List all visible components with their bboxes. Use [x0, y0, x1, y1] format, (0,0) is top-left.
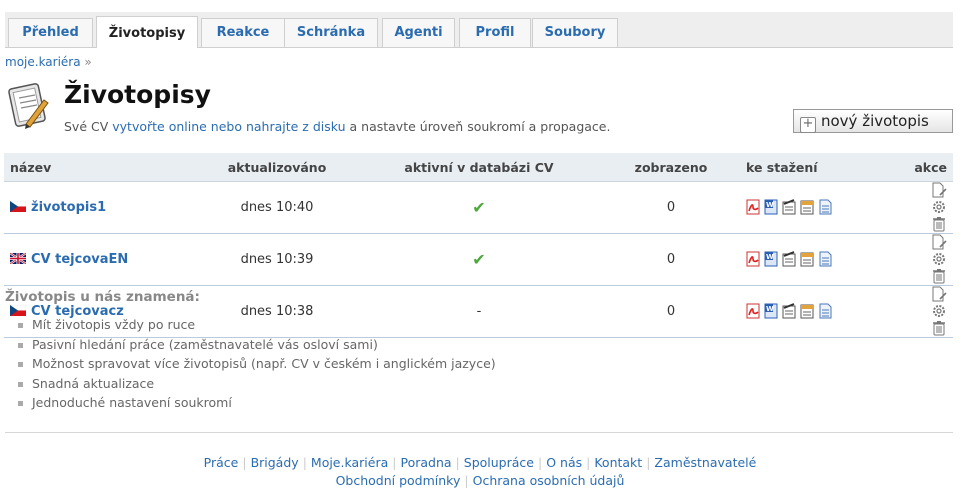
text-doc-icon[interactable] — [818, 303, 833, 319]
footer-links: Práce | Brigády | Moje.kariéra | Poradna | Spolu… — [203, 455, 757, 470]
active-check-icon: ✔ — [472, 198, 486, 217]
table-row: životopis1 dnes 10:40 ✔ 0 W — [4, 181, 953, 234]
tab-soubory[interactable]: Soubory — [532, 18, 618, 47]
footer-divider — [5, 432, 953, 433]
page-description: Své CV vytvořte online nebo nahrajte z d… — [64, 119, 610, 134]
col-active[interactable]: aktivní v databázi CV — [348, 153, 610, 182]
breadcrumb: moje.kariéra » — [5, 55, 92, 69]
tab-schranka[interactable]: Schránka — [284, 18, 378, 47]
desc-text-before: Své CV — [64, 119, 113, 134]
word-icon[interactable]: W — [764, 251, 779, 267]
text-doc-icon[interactable] — [818, 251, 833, 267]
main-tabs: Přehled Životopisy Reakce Schránka Agent… — [5, 12, 953, 48]
rtf-icon[interactable] — [782, 251, 797, 267]
trash-icon[interactable] — [931, 216, 947, 232]
edit-icon[interactable] — [931, 234, 947, 250]
cell-views: 0 — [610, 233, 732, 286]
pdf-icon[interactable] — [746, 199, 761, 215]
create-or-upload-link[interactable]: vytvořte online nebo nahrajte z disku — [112, 119, 345, 134]
czech-flag-icon — [10, 201, 26, 212]
list-item: Jednoduché nastavení soukromí — [18, 395, 496, 415]
plus-icon: + — [800, 117, 816, 133]
tab-prehled[interactable]: Přehled — [8, 18, 93, 47]
breadcrumb-separator: » — [84, 55, 92, 69]
table-header-row: název aktualizováno aktivní v databázi C… — [4, 153, 953, 182]
tab-reakce[interactable]: Reakce — [201, 18, 285, 47]
uk-flag-icon — [10, 253, 26, 264]
cell-download: W — [732, 181, 902, 234]
footer-link-terms[interactable]: Obchodní podmínky — [336, 473, 461, 488]
cell-views: 0 — [610, 181, 732, 234]
cell-views: 0 — [610, 285, 732, 338]
breadcrumb-link[interactable]: moje.kariéra — [5, 55, 81, 69]
page-title: Životopisy — [64, 80, 211, 109]
tab-agenti[interactable]: Agenti — [382, 18, 455, 47]
word-icon[interactable]: W — [764, 303, 779, 319]
html-icon[interactable] — [800, 199, 815, 215]
rtf-icon[interactable] — [782, 303, 797, 319]
cv-table: název aktualizováno aktivní v databázi C… — [4, 153, 953, 338]
cell-updated: dnes 10:40 — [206, 181, 348, 234]
col-views[interactable]: zobrazeno — [610, 153, 732, 182]
list-item: Možnost spravovat více životopisů (např.… — [18, 356, 496, 376]
footer-link-mojekariera[interactable]: Moje.kariéra — [311, 455, 388, 470]
edit-icon[interactable] — [931, 182, 947, 198]
footer-link-spoluprace[interactable]: Spolupráce — [464, 455, 534, 470]
cell-download: W — [732, 285, 902, 338]
cv-name-link[interactable]: CV tejcovaEN — [31, 252, 128, 267]
info-list: Mít životopis vždy po ruce Pasivní hledá… — [18, 317, 496, 415]
cv-name-link[interactable]: životopis1 — [31, 200, 106, 215]
new-cv-label: nový životopis — [821, 112, 929, 130]
cell-actions — [902, 181, 953, 234]
footer-link-brigady[interactable]: Brigády — [251, 455, 299, 470]
col-download: ke stažení — [732, 153, 902, 182]
settings-gear-icon[interactable] — [931, 303, 947, 319]
list-item: Pasivní hledání práce (zaměstnavatelé vá… — [18, 337, 496, 357]
word-icon[interactable]: W — [764, 199, 779, 215]
html-icon[interactable] — [800, 251, 815, 267]
list-item: Snadná aktualizace — [18, 376, 496, 396]
cell-name: CV tejcovaEN — [4, 233, 206, 286]
cell-updated: dnes 10:39 — [206, 233, 348, 286]
tab-profil[interactable]: Profil — [459, 18, 531, 47]
footer-link-poradna[interactable]: Poradna — [400, 455, 451, 470]
footer-link-zamestnavatele[interactable]: Zaměstnavatelé — [654, 455, 756, 470]
html-icon[interactable] — [800, 303, 815, 319]
czech-flag-icon — [10, 305, 26, 316]
cell-active: ✔ — [348, 181, 610, 234]
cell-active: ✔ — [348, 233, 610, 286]
list-item: Mít životopis vždy po ruce — [18, 317, 496, 337]
text-doc-icon[interactable] — [818, 199, 833, 215]
col-name[interactable]: název — [4, 153, 206, 182]
desc-text-after: a nastavte úroveň soukromí a propagace. — [345, 119, 611, 134]
info-title: Životopis u nás znamená: — [5, 289, 200, 305]
svg-text:W: W — [766, 201, 774, 209]
cell-actions — [902, 233, 953, 286]
edit-icon[interactable] — [931, 286, 947, 302]
col-actions: akce — [902, 153, 953, 182]
cell-name: životopis1 — [4, 181, 206, 234]
notebook-icon — [8, 83, 49, 129]
rtf-icon[interactable] — [782, 199, 797, 215]
trash-icon[interactable] — [931, 268, 947, 284]
settings-gear-icon[interactable] — [931, 251, 947, 267]
footer-link-prace[interactable]: Práce — [204, 455, 239, 470]
new-cv-button[interactable]: + nový životopis — [793, 109, 953, 133]
settings-gear-icon[interactable] — [931, 199, 947, 215]
table-row: CV tejcovaEN dnes 10:39 ✔ 0 W — [4, 233, 953, 286]
footer-link-privacy[interactable]: Ochrana osobních údajů — [473, 473, 625, 488]
cell-actions — [902, 285, 953, 338]
col-updated[interactable]: aktualizováno — [206, 153, 348, 182]
pdf-icon[interactable] — [746, 251, 761, 267]
footer-link-kontakt[interactable]: Kontakt — [594, 455, 642, 470]
footer-link-onas[interactable]: O nás — [546, 455, 582, 470]
footer-links-secondary: Obchodní podmínky | Ochrana osobních údajů — [335, 473, 625, 488]
svg-text:W: W — [766, 305, 774, 313]
active-check-icon: ✔ — [472, 250, 486, 269]
tab-zivotopisy[interactable]: Životopisy — [96, 16, 198, 48]
trash-icon[interactable] — [931, 320, 947, 336]
cell-download: W — [732, 233, 902, 286]
svg-text:W: W — [766, 253, 774, 261]
pdf-icon[interactable] — [746, 303, 761, 319]
